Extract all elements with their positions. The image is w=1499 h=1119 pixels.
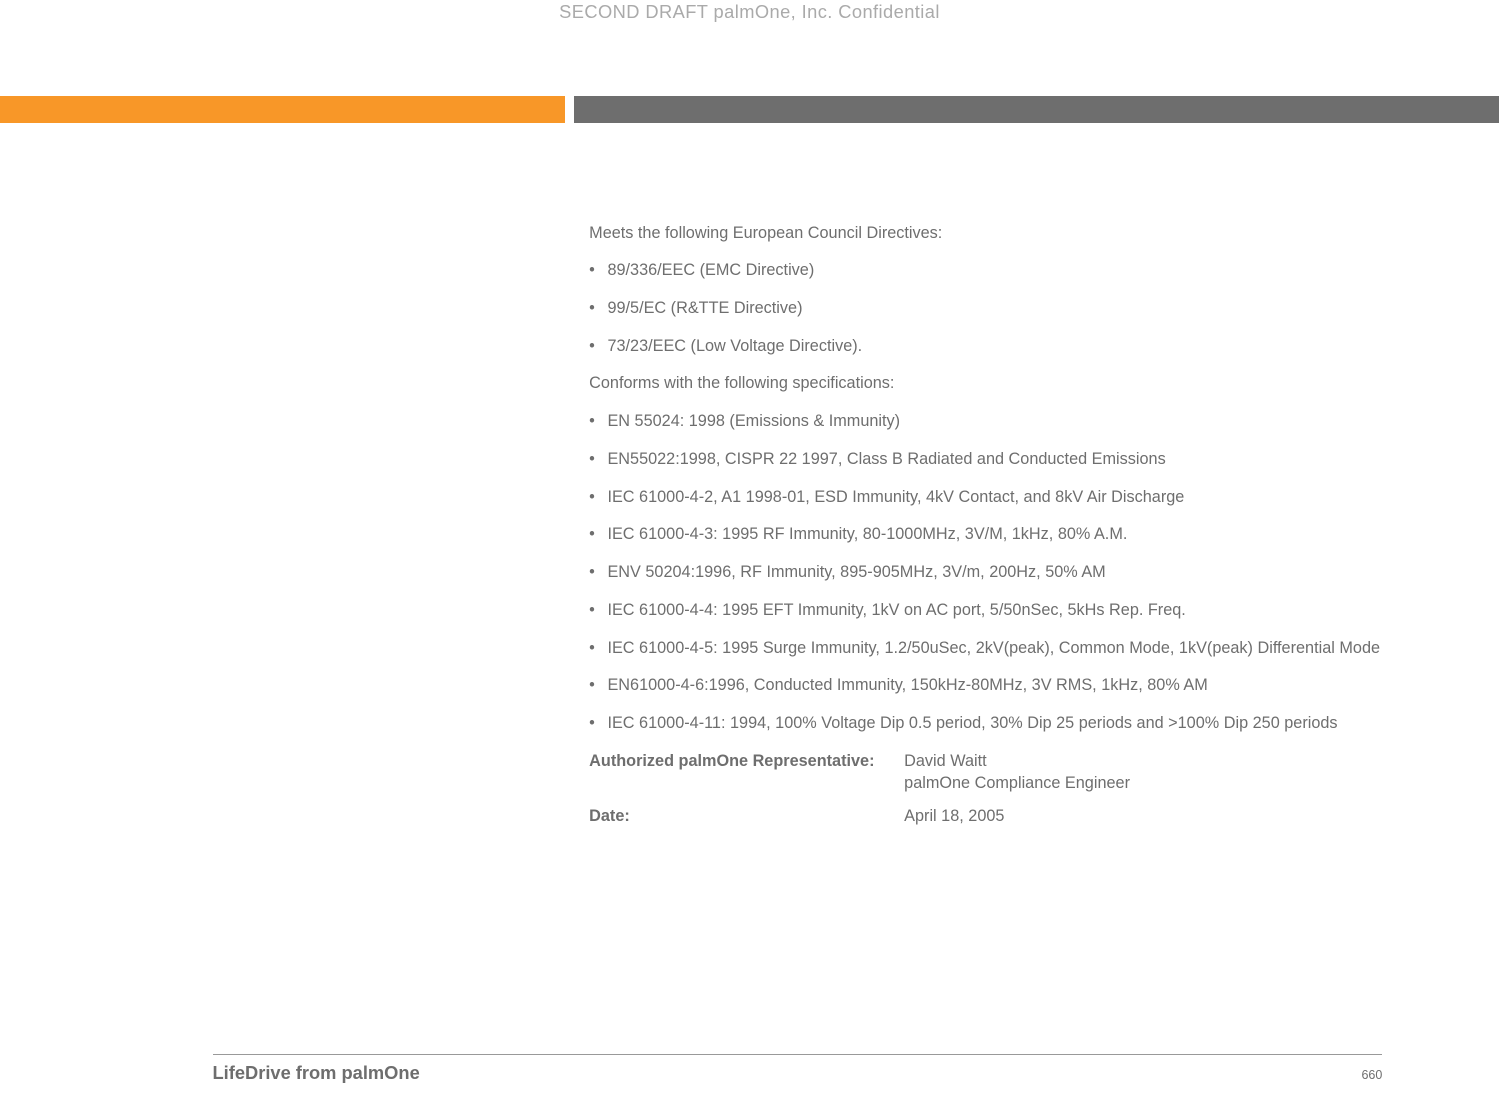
bullet-icon: • [589,675,607,697]
bullet-icon: • [589,336,607,358]
header-watermark: SECOND DRAFT palmOne, Inc. Confidential [0,1,1499,23]
bullet-text: IEC 61000-4-5: 1995 Surge Immunity, 1.2/… [607,638,1380,660]
bullet-text: EN61000-4-6:1996, Conducted Immunity, 15… [607,675,1207,697]
representative-value: David Waitt palmOne Compliance Engineer [904,751,1130,795]
footer-title: LifeDrive from palmOne [213,1062,420,1084]
header-bar [0,96,1499,124]
header-bar-gap [565,96,574,124]
date-row: Date: April 18, 2005 [589,806,1410,828]
header-bar-orange [0,96,565,124]
intro-directives: Meets the following European Council Dir… [589,223,1410,245]
bullet-text: EN 55024: 1998 (Emissions & Immunity) [607,411,900,433]
bullet-item: • EN 55024: 1998 (Emissions & Immunity) [589,411,1410,433]
bullet-text: IEC 61000-4-11: 1994, 100% Voltage Dip 0… [607,713,1337,735]
representative-title: palmOne Compliance Engineer [904,774,1130,792]
bullet-text: 99/5/EC (R&TTE Directive) [607,298,802,320]
representative-row: Authorized palmOne Representative: David… [589,751,1410,795]
bullet-item: • ENV 50204:1996, RF Immunity, 895-905MH… [589,562,1410,584]
bullet-icon: • [589,524,607,546]
bullet-item: • 73/23/EEC (Low Voltage Directive). [589,336,1410,358]
bullet-text: IEC 61000-4-3: 1995 RF Immunity, 80-1000… [607,524,1127,546]
bullet-icon: • [589,638,607,660]
bullet-item: • IEC 61000-4-11: 1994, 100% Voltage Dip… [589,713,1410,735]
bullet-item: • EN55022:1998, CISPR 22 1997, Class B R… [589,449,1410,471]
bullet-icon: • [589,562,607,584]
header-bar-gray [574,96,1499,124]
bullet-text: 89/336/EEC (EMC Directive) [607,260,814,282]
bullet-text: ENV 50204:1996, RF Immunity, 895-905MHz,… [607,562,1105,584]
bullet-icon: • [589,260,607,282]
bullet-text: 73/23/EEC (Low Voltage Directive). [607,336,862,358]
bullet-item: • IEC 61000-4-3: 1995 RF Immunity, 80-10… [589,524,1410,546]
bullet-item: • IEC 61000-4-2, A1 1998-01, ESD Immunit… [589,487,1410,509]
representative-label: Authorized palmOne Representative: [589,751,904,795]
date-label: Date: [589,806,904,828]
bullet-text: IEC 61000-4-2, A1 1998-01, ESD Immunity,… [607,487,1184,509]
bullet-text: EN55022:1998, CISPR 22 1997, Class B Rad… [607,449,1165,471]
date-value: April 18, 2005 [904,806,1004,828]
bullet-item: • 89/336/EEC (EMC Directive) [589,260,1410,282]
bullet-icon: • [589,298,607,320]
bullet-icon: • [589,449,607,471]
bullet-item: • IEC 61000-4-5: 1995 Surge Immunity, 1.… [589,638,1410,660]
bullet-icon: • [589,600,607,622]
bullet-item: • IEC 61000-4-4: 1995 EFT Immunity, 1kV … [589,600,1410,622]
bullet-icon: • [589,487,607,509]
bullet-icon: • [589,713,607,735]
bullet-text: IEC 61000-4-4: 1995 EFT Immunity, 1kV on… [607,600,1185,622]
bullet-icon: • [589,411,607,433]
bullet-item: • 99/5/EC (R&TTE Directive) [589,298,1410,320]
intro-specs: Conforms with the following specificatio… [589,373,1410,395]
content-body: Meets the following European Council Dir… [589,223,1410,840]
representative-name: David Waitt [904,752,986,770]
bullet-item: • EN61000-4-6:1996, Conducted Immunity, … [589,675,1410,697]
footer-page-number: 660 [1361,1068,1382,1082]
page-footer: LifeDrive from palmOne 660 [213,1054,1383,1084]
